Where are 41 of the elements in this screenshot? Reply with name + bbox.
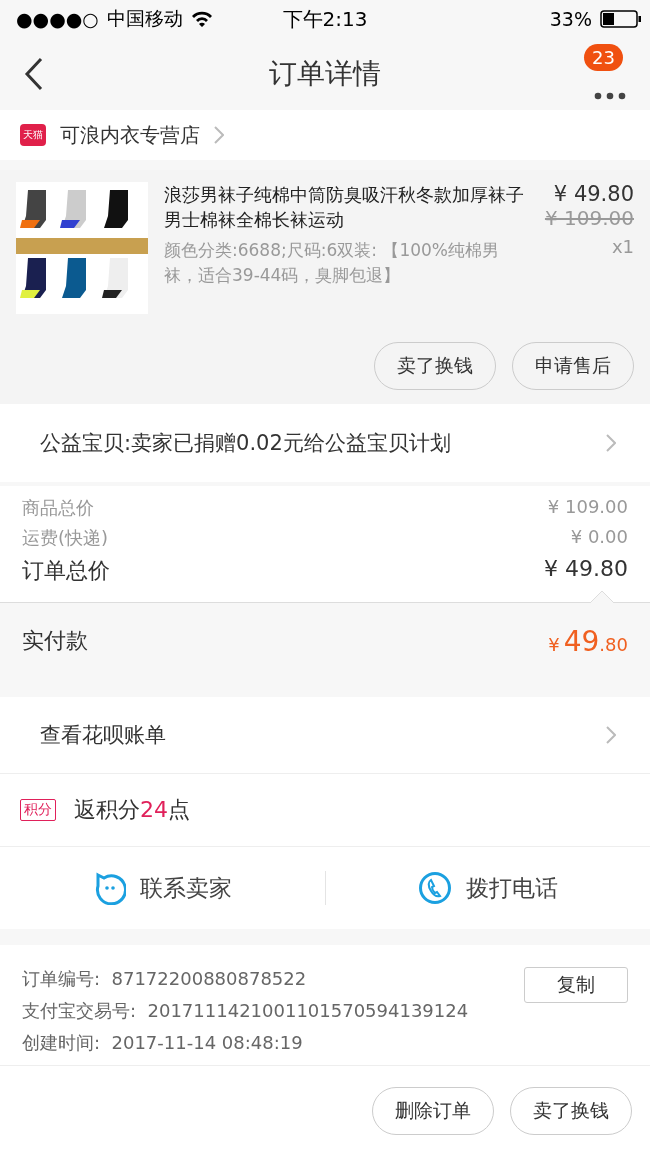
paid-label: 实付款	[22, 627, 88, 655]
copy-button[interactable]: 复制	[524, 967, 628, 1003]
total-label: 订单总价	[22, 557, 110, 585]
wifi-icon	[190, 11, 213, 27]
original-price: ¥ 109.00	[544, 206, 634, 230]
points-text: 返积分24点	[74, 796, 190, 824]
battery-icon	[600, 10, 642, 28]
product-price: ¥ 49.80	[553, 182, 634, 206]
points-badge: 积分	[20, 799, 56, 821]
battery-percent: 33%	[549, 8, 592, 30]
signal-strength: ●●●●○	[16, 8, 99, 30]
contact-button[interactable]: 联系卖家	[0, 871, 326, 905]
tmall-badge: 天猫	[20, 124, 46, 146]
quantity: x1	[611, 236, 634, 257]
huabei-row[interactable]: 查看花呗账单	[0, 697, 650, 773]
charity-row[interactable]: 公益宝贝:卖家已捐赠0.02元给公益宝贝计划	[0, 404, 650, 482]
order-info-line: 订单编号: 87172200880878522	[22, 967, 308, 991]
total-label: 运费(快递)	[22, 526, 109, 550]
order-info-line: 支付宝交易号: 2017111421001101570594139124	[22, 999, 469, 1023]
order-info-line: 创建时间: 2017-11-14 08:48:19	[22, 1031, 304, 1055]
product-spec: 颜色分类:6688;尺码:6双装: 【100%纯棉男袜，适合39-44码，臭脚包退】	[164, 239, 500, 287]
more-icon[interactable]	[594, 92, 626, 100]
total-value: ¥ 0.00	[570, 526, 628, 549]
total-value: ¥ 49.80	[544, 556, 628, 583]
chevron-right-icon	[214, 126, 224, 144]
back-icon[interactable]	[24, 57, 44, 91]
page-title: 订单详情	[269, 56, 381, 92]
shop-name[interactable]: 可浪内衣专营店	[60, 121, 200, 149]
phone-icon	[417, 871, 452, 905]
carrier-name: 中国移动	[106, 6, 183, 31]
total-label: 商品总价	[22, 496, 94, 520]
total-value: ¥ 109.00	[547, 496, 628, 519]
product-title: 浪莎男袜子纯棉中筒防臭吸汗秋冬款加厚袜子男士棉袜全棉长袜运动	[164, 183, 524, 232]
huabei-text: 查看花呗账单	[40, 722, 166, 749]
chevron-right-icon	[606, 434, 616, 452]
chevron-right-icon	[606, 726, 616, 744]
paid-amount: ¥49.80	[548, 624, 628, 658]
charity-text: 公益宝贝:卖家已捐赠0.02元给公益宝贝计划	[40, 430, 451, 457]
status-time: 下午2:13	[282, 5, 368, 33]
notification-badge: 23	[584, 44, 623, 71]
contact-button[interactable]: 拨打电话	[325, 871, 650, 905]
